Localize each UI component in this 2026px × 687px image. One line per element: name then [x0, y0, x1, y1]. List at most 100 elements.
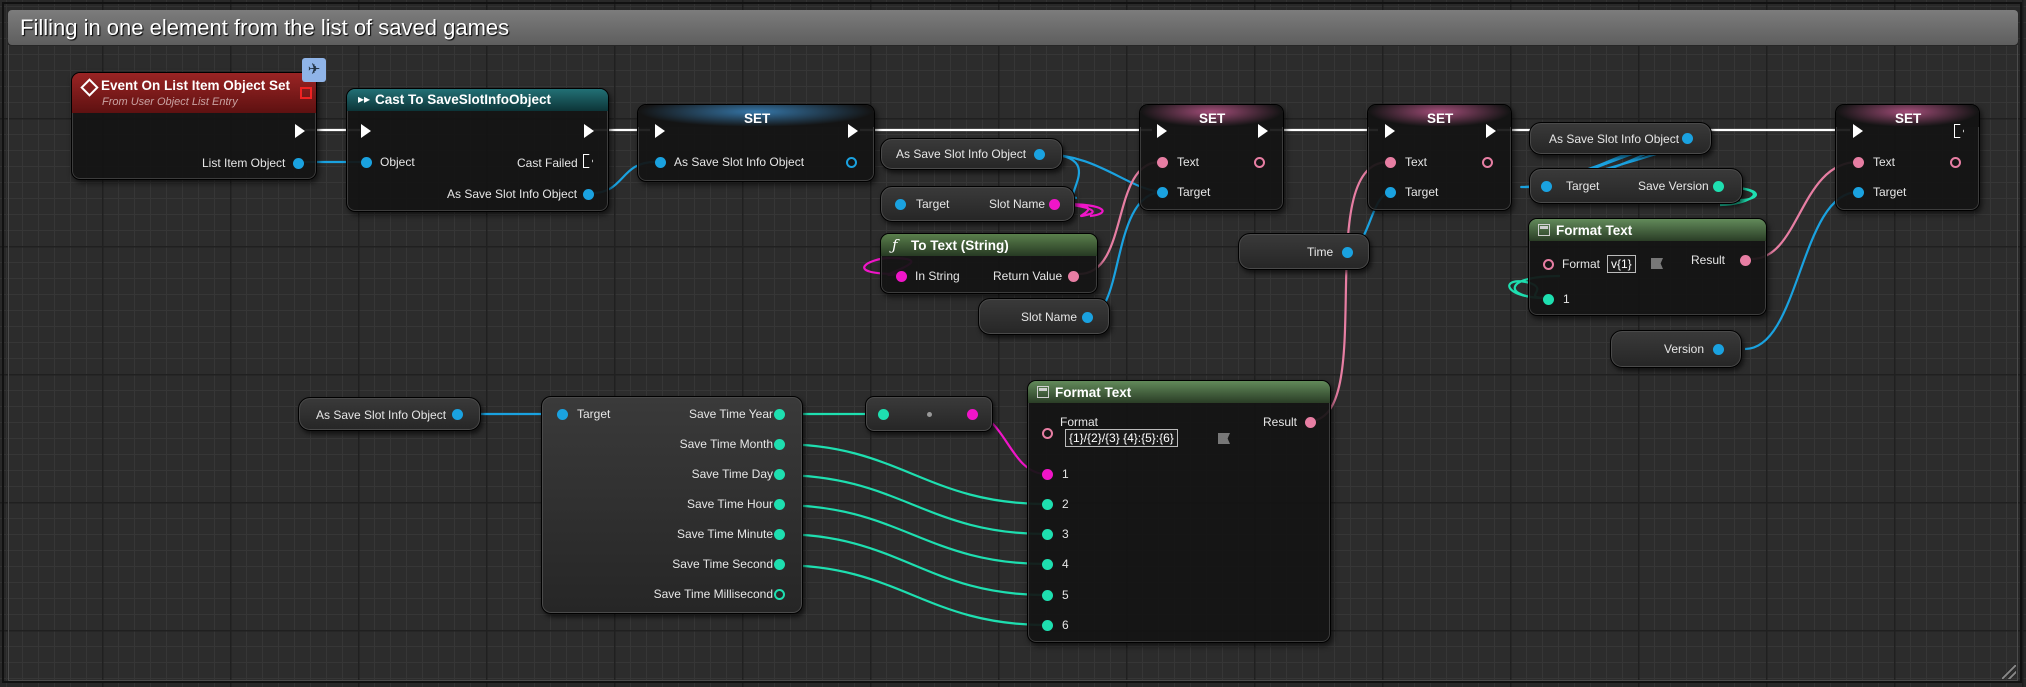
- format-version-arg1-label: 1: [1563, 292, 1570, 306]
- save-time-minute-pin[interactable]: [774, 529, 785, 540]
- variable-out-pin[interactable]: [1713, 344, 1724, 355]
- variable-label: As Save Slot Info Object: [896, 147, 1027, 161]
- set2-target-pin[interactable]: [1157, 187, 1168, 198]
- cast-failed-exec-pin[interactable]: [583, 154, 593, 168]
- format-time-arg-pin[interactable]: [1042, 469, 1053, 480]
- get-slot-name-target-label: Target: [916, 197, 950, 211]
- set1-out-pin[interactable]: [846, 157, 857, 168]
- format-time-format-label: Format: [1060, 415, 1099, 429]
- set2-exec-out-pin[interactable]: [1258, 124, 1268, 138]
- localization-flag-icon[interactable]: [1218, 433, 1230, 444]
- cast-exec-in-pin[interactable]: [361, 124, 371, 138]
- event-node[interactable]: Event On List Item Object Set From User …: [71, 58, 326, 180]
- get-save-version-target-pin[interactable]: [1541, 181, 1552, 192]
- set4-out-pin[interactable]: [1950, 157, 1961, 168]
- format-text-icon: [1037, 386, 1049, 398]
- format-version-result-pin[interactable]: [1740, 255, 1751, 266]
- set3-out-pin[interactable]: [1482, 157, 1493, 168]
- get-slot-name-node[interactable]: Target Slot Name: [880, 186, 1075, 222]
- save-time-year-pin[interactable]: [774, 409, 785, 420]
- save-time-minute-label: Save Time Minute: [676, 527, 773, 541]
- set2-text-pin[interactable]: [1157, 157, 1168, 168]
- int-to-string-conversion-node[interactable]: [865, 396, 993, 432]
- set1-value-pin[interactable]: [655, 157, 666, 168]
- format-time-format-input[interactable]: {1}/{2}/{3} {4}:{5}:{6}: [1065, 429, 1178, 447]
- format-version-format-pin[interactable]: [1543, 259, 1554, 270]
- format-time-arg-label: 2: [1062, 497, 1069, 511]
- save-time-target-pin[interactable]: [557, 409, 568, 420]
- format-time-arg-pin[interactable]: [1042, 620, 1053, 631]
- save-time-hour-pin[interactable]: [774, 499, 785, 510]
- to-text-in-pin[interactable]: [896, 271, 907, 282]
- format-version-format-label: Format: [1562, 257, 1601, 271]
- get-slot-name-target-pin[interactable]: [895, 199, 906, 210]
- as-save-slot-variable-right[interactable]: As Save Slot Info Object: [1529, 122, 1712, 155]
- set3-exec-out-pin[interactable]: [1486, 124, 1496, 138]
- cast-object-pin[interactable]: [361, 157, 372, 168]
- set3-target-pin[interactable]: [1385, 187, 1396, 198]
- integer-wire: [778, 473, 1047, 536]
- blueprint-graph-canvas[interactable]: Filling in one element from the list of …: [0, 0, 2026, 687]
- variable-out-pin[interactable]: [1682, 133, 1693, 144]
- event-list-item-object-pin[interactable]: [293, 158, 304, 169]
- format-time-node[interactable]: Format Text Format {1}/{2}/{3} {4}:{5}:{…: [1027, 380, 1331, 643]
- get-save-version-out-pin[interactable]: [1713, 181, 1724, 192]
- set1-exec-in-pin[interactable]: [655, 124, 665, 138]
- set-node-1[interactable]: SET As Save Slot Info Object: [637, 104, 875, 182]
- set-node-2[interactable]: SET Text Target: [1139, 104, 1284, 211]
- format-version-node[interactable]: Format Text Format v{1} Result 1: [1528, 218, 1767, 316]
- format-time-format-pin[interactable]: [1042, 428, 1053, 439]
- cast-node[interactable]: ▸▸ Cast To SaveSlotInfoObject Object Cas…: [346, 88, 609, 212]
- save-time-getter-node[interactable]: Target Save Time Year Save Time Month Sa…: [541, 396, 803, 614]
- format-version-format-input[interactable]: v{1}: [1607, 255, 1636, 273]
- set2-out-pin[interactable]: [1254, 157, 1265, 168]
- format-time-arg-pin[interactable]: [1042, 529, 1053, 540]
- set-node-4[interactable]: SET Text Target: [1835, 104, 1980, 211]
- conversion-out-pin[interactable]: [967, 409, 978, 420]
- set1-exec-out-pin[interactable]: [848, 124, 858, 138]
- format-version-arg1-pin[interactable]: [1543, 294, 1554, 305]
- cast-pin-label-object: Object: [380, 155, 415, 169]
- event-node-title: Event On List Item Object Set: [101, 78, 291, 93]
- save-time-month-pin[interactable]: [774, 439, 785, 450]
- save-time-second-pin[interactable]: [774, 559, 785, 570]
- variable-out-pin[interactable]: [452, 409, 463, 420]
- get-save-version-node[interactable]: Target Save Version: [1529, 168, 1743, 204]
- variable-out-pin[interactable]: [1342, 247, 1353, 258]
- time-variable[interactable]: Time: [1238, 233, 1370, 270]
- set3-text-label: Text: [1405, 155, 1428, 169]
- format-time-arg-pin[interactable]: [1042, 559, 1053, 570]
- comment-resize-icon[interactable]: [2002, 665, 2016, 679]
- format-time-result-pin[interactable]: [1305, 417, 1316, 428]
- set3-text-pin[interactable]: [1385, 157, 1396, 168]
- cast-exec-out-pin[interactable]: [584, 124, 594, 138]
- set-node-3-title: SET: [1427, 111, 1454, 126]
- format-time-arg-pin[interactable]: [1042, 590, 1053, 601]
- set4-exec-in-pin[interactable]: [1853, 124, 1863, 138]
- save-time-day-pin[interactable]: [774, 469, 785, 480]
- set4-target-pin[interactable]: [1853, 187, 1864, 198]
- format-time-arg-pin[interactable]: [1042, 499, 1053, 510]
- event-delegate-pin[interactable]: [300, 87, 312, 99]
- format-text-icon: [1538, 224, 1550, 236]
- event-exec-out-pin[interactable]: [295, 124, 305, 138]
- set-node-3[interactable]: SET Text Target: [1367, 104, 1512, 211]
- to-text-node[interactable]: ƒ To Text (String) In String Return Valu…: [880, 233, 1098, 294]
- save-time-year-label: Save Time Year: [688, 407, 773, 421]
- cast-as-save-slot-pin[interactable]: [583, 189, 594, 200]
- save-time-millisecond-pin[interactable]: [774, 589, 785, 600]
- slot-name-variable[interactable]: Slot Name: [978, 298, 1110, 335]
- set2-exec-in-pin[interactable]: [1157, 124, 1167, 138]
- variable-out-pin[interactable]: [1082, 312, 1093, 323]
- version-variable[interactable]: Version: [1610, 330, 1742, 368]
- localization-flag-icon[interactable]: [1651, 258, 1663, 269]
- format-version-result-label: Result: [1691, 253, 1726, 267]
- get-slot-name-out-pin[interactable]: [1049, 199, 1060, 210]
- set3-exec-in-pin[interactable]: [1385, 124, 1395, 138]
- as-save-slot-variable-bottom[interactable]: As Save Slot Info Object: [298, 397, 481, 431]
- to-text-out-pin[interactable]: [1068, 271, 1079, 282]
- as-save-slot-variable-top[interactable]: As Save Slot Info Object: [880, 138, 1063, 170]
- set4-text-pin[interactable]: [1853, 157, 1864, 168]
- conversion-in-pin[interactable]: [878, 409, 889, 420]
- variable-out-pin[interactable]: [1034, 149, 1045, 160]
